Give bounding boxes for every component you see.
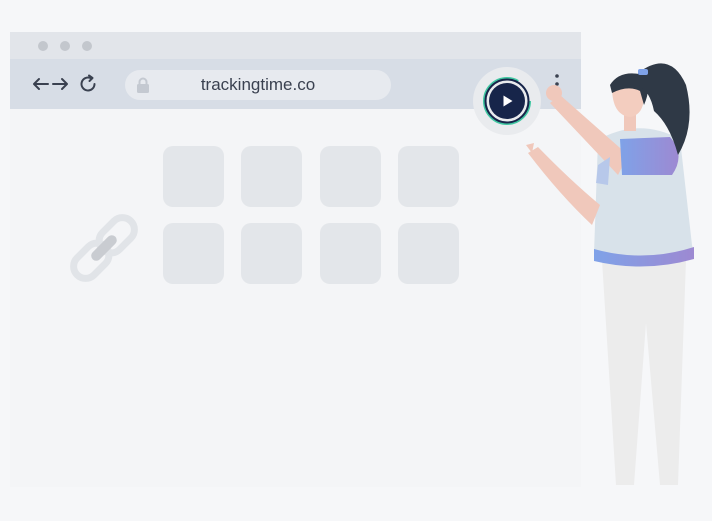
window-dot-maximize[interactable] — [82, 41, 92, 51]
woman-illustration — [526, 63, 694, 485]
arrow-right-icon — [52, 78, 68, 90]
forward-button[interactable] — [48, 72, 72, 96]
shortcut-tile[interactable] — [320, 223, 381, 284]
shortcut-tile[interactable] — [163, 223, 224, 284]
title-bar — [10, 32, 581, 59]
reload-button[interactable] — [76, 72, 100, 96]
reload-icon — [80, 74, 96, 92]
shortcut-tile[interactable] — [163, 146, 224, 207]
shortcut-tile[interactable] — [398, 146, 459, 207]
address-bar[interactable]: trackingtime.co — [125, 70, 391, 100]
url-text: trackingtime.co — [200, 75, 316, 94]
window-dot-close[interactable] — [38, 41, 48, 51]
shortcut-tile[interactable] — [241, 146, 302, 207]
shortcut-tile[interactable] — [320, 146, 381, 207]
window-dot-minimize[interactable] — [60, 41, 70, 51]
shortcut-tile[interactable] — [398, 223, 459, 284]
shortcut-tile[interactable] — [241, 223, 302, 284]
link-icon — [70, 214, 138, 282]
